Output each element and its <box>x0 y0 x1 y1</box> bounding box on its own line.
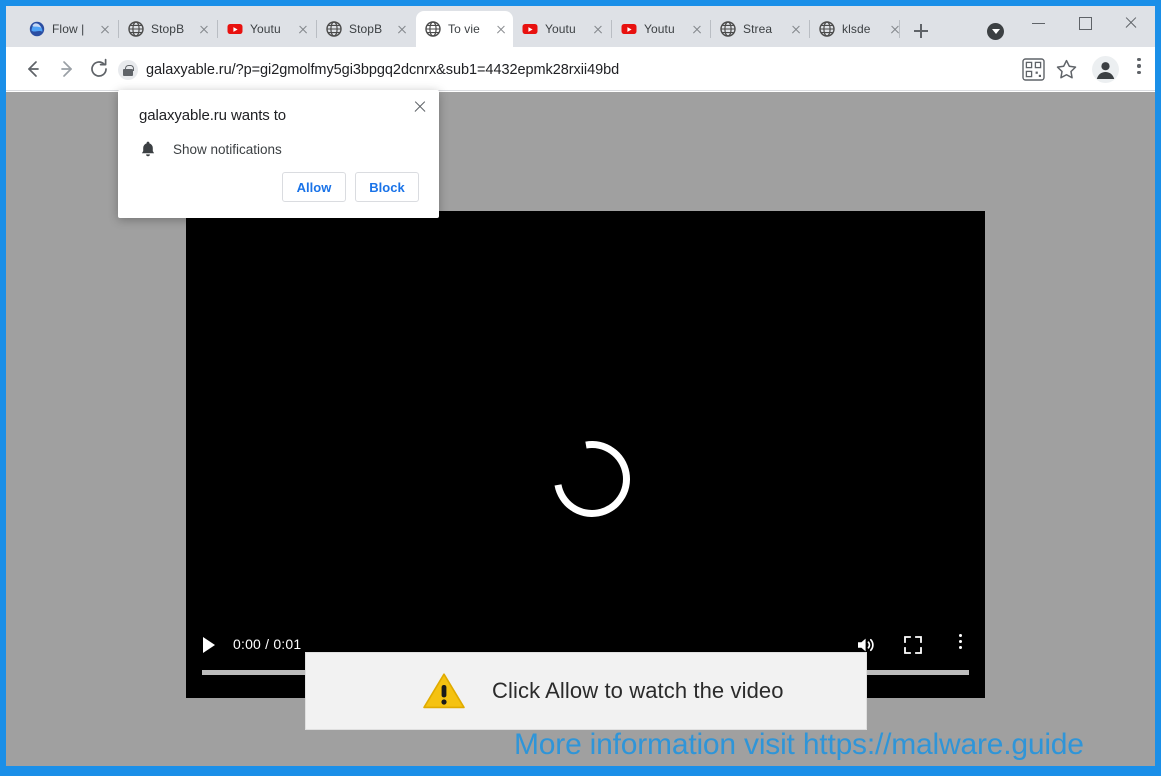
bookmark-star-icon[interactable] <box>1054 57 1079 82</box>
qr-code-icon[interactable] <box>1021 57 1046 82</box>
globe-icon <box>819 21 835 37</box>
tab-youtube-1[interactable]: Youtu <box>218 11 315 47</box>
menu-dot <box>1137 64 1141 68</box>
tab-close-icon[interactable] <box>493 21 509 37</box>
tab-title: StopB <box>349 22 383 36</box>
tab-stopb-2[interactable]: StopB <box>317 11 414 47</box>
tab-close-icon[interactable] <box>788 21 804 37</box>
tab-close-icon[interactable] <box>887 21 903 37</box>
tab-youtube-3[interactable]: Youtu <box>612 11 709 47</box>
block-button[interactable]: Block <box>355 172 419 202</box>
tab-strip: Flow | StopB Youtu StopB To vie Youtu Yo… <box>6 6 1155 47</box>
tab-title: klsde <box>842 22 871 36</box>
menu-dot <box>1137 70 1141 75</box>
tab-klsde[interactable]: klsde <box>810 11 907 47</box>
tab-to-view-active[interactable]: To vie <box>416 11 513 47</box>
tab-title: Strea <box>743 22 773 36</box>
tab-separator <box>899 20 900 38</box>
chrome-menu-icon[interactable] <box>1129 58 1149 82</box>
flow-icon <box>29 21 45 37</box>
tab-title: To vie <box>448 22 480 36</box>
fullscreen-icon[interactable] <box>902 634 924 656</box>
banner-text: Click Allow to watch the video <box>492 678 784 703</box>
youtube-icon <box>522 21 538 37</box>
tab-youtube-2[interactable]: Youtu <box>513 11 610 47</box>
tab-close-icon[interactable] <box>394 21 410 37</box>
tab-stream[interactable]: Strea <box>711 11 808 47</box>
tab-title: Youtu <box>644 22 675 36</box>
video-more-options-icon[interactable] <box>953 634 967 656</box>
tab-close-icon[interactable] <box>689 21 705 37</box>
tab-title: Flow | <box>52 22 85 36</box>
tab-title: StopB <box>151 22 185 36</box>
globe-icon <box>326 21 342 37</box>
globe-icon <box>425 21 441 37</box>
lock-icon[interactable] <box>118 60 138 80</box>
blue-screenshot-frame: Flow | StopB Youtu StopB To vie Youtu Yo… <box>0 0 1161 776</box>
profile-avatar[interactable] <box>1092 56 1119 83</box>
watermark-text: More information visit https://malware.g… <box>514 728 1084 761</box>
click-allow-banner: Click Allow to watch the video <box>305 652 867 730</box>
menu-dot <box>958 640 962 643</box>
menu-dot <box>958 646 962 649</box>
menu-dot <box>1137 58 1141 62</box>
warning-triangle-icon <box>422 671 466 711</box>
window-maximize-button[interactable] <box>1062 6 1108 38</box>
loading-spinner-icon <box>539 426 645 532</box>
dialog-close-icon[interactable] <box>409 96 431 118</box>
tab-title: Youtu <box>250 22 281 36</box>
forward-arrow-icon[interactable] <box>54 55 82 83</box>
video-timestamp: 0:00 / 0:01 <box>233 636 302 652</box>
browser-toolbar: galaxyable.ru/?p=gi2gmolfmy5gi3bpgq2dcnr… <box>6 47 1155 91</box>
tab-title: Youtu <box>545 22 576 36</box>
notification-permission-dialog: galaxyable.ru wants to Show notification… <box>118 90 439 218</box>
youtube-icon <box>621 21 637 37</box>
youtube-icon <box>227 21 243 37</box>
tab-close-icon[interactable] <box>590 21 606 37</box>
globe-icon <box>720 21 736 37</box>
back-arrow-icon[interactable] <box>18 55 46 83</box>
menu-dot <box>958 634 962 637</box>
tab-stopb-1[interactable]: StopB <box>119 11 216 47</box>
permission-row: Show notifications <box>139 140 282 158</box>
globe-icon <box>128 21 144 37</box>
window-minimize-button[interactable] <box>1016 6 1062 38</box>
bell-icon <box>139 140 157 158</box>
tab-search-icon[interactable] <box>987 23 1004 40</box>
url-text: galaxyable.ru/?p=gi2gmolfmy5gi3bpgq2dcnr… <box>146 62 620 78</box>
new-tab-button[interactable] <box>908 18 934 44</box>
reload-icon[interactable] <box>85 55 113 83</box>
play-button[interactable] <box>203 637 215 653</box>
video-player[interactable]: 0:00 / 0:01 <box>186 211 985 698</box>
tab-close-icon[interactable] <box>196 21 212 37</box>
browser-window: Flow | StopB Youtu StopB To vie Youtu Yo… <box>6 6 1155 766</box>
address-bar[interactable]: galaxyable.ru/?p=gi2gmolfmy5gi3bpgq2dcnr… <box>118 56 998 84</box>
allow-button[interactable]: Allow <box>282 172 346 202</box>
window-close-button[interactable] <box>1108 6 1154 38</box>
tab-close-icon[interactable] <box>97 21 113 37</box>
tab-flow[interactable]: Flow | <box>20 11 117 47</box>
dialog-title: galaxyable.ru wants to <box>139 107 287 124</box>
tab-close-icon[interactable] <box>295 21 311 37</box>
permission-label: Show notifications <box>173 141 282 157</box>
